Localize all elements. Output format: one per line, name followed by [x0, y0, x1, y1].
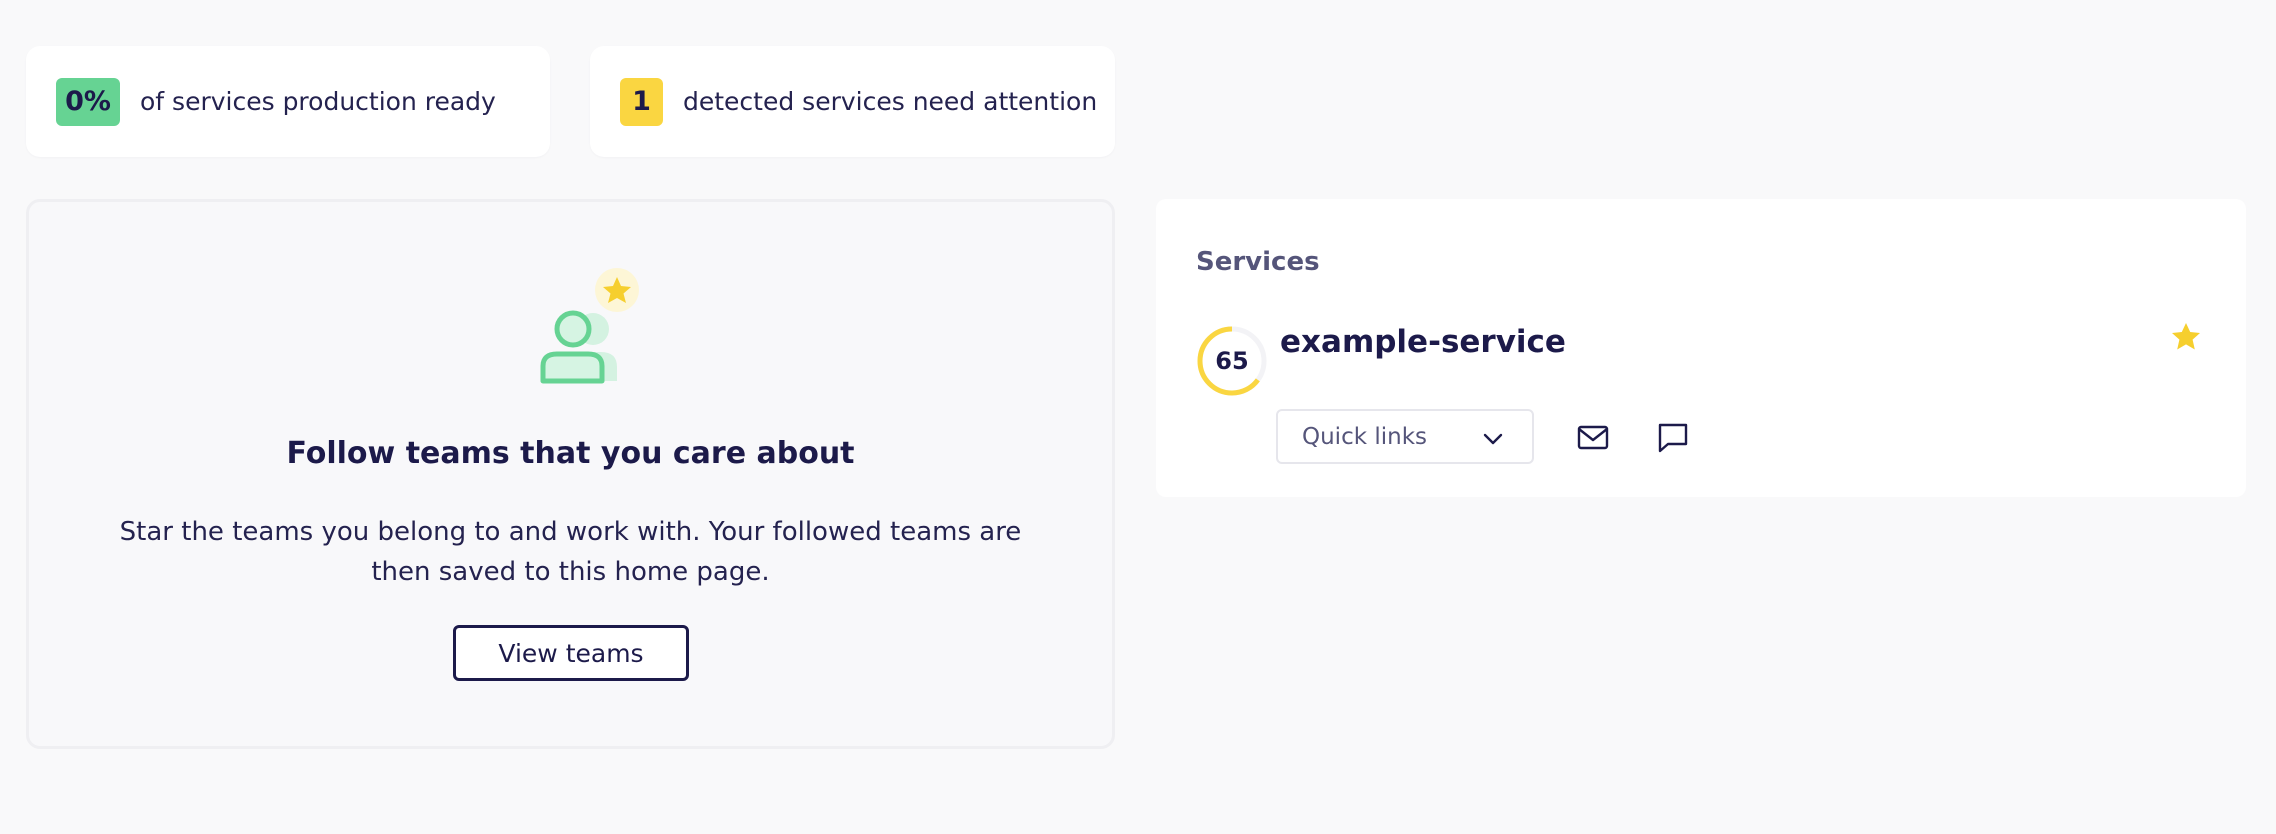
attention-stat-card: 1 detected services need attention: [590, 46, 1115, 157]
follow-teams-description: Star the teams you belong to and work wi…: [119, 517, 1022, 587]
services-panel: Services 65 example-service Quick links: [1156, 199, 2246, 497]
quick-links-label: Quick links: [1302, 423, 1428, 450]
chevron-down-icon: [1483, 433, 1503, 445]
services-title: Services: [1196, 247, 1320, 277]
service-name-link[interactable]: example-service: [1280, 324, 1566, 360]
attention-text: detected services need attention: [683, 87, 1098, 116]
view-teams-button[interactable]: View teams: [453, 625, 689, 681]
chat-icon[interactable]: [1656, 420, 1690, 454]
follow-teams-card: Follow teams that you care about Star th…: [26, 199, 1115, 749]
mail-icon[interactable]: [1576, 420, 1610, 454]
home-page: 0% of services production ready 1 detect…: [0, 0, 2276, 834]
person-star-icon: [540, 268, 639, 384]
production-ready-text: of services production ready: [140, 87, 496, 116]
quick-links-dropdown[interactable]: Quick links: [1276, 409, 1534, 464]
production-ready-badge: 0%: [56, 77, 120, 126]
service-score: 65: [1215, 347, 1249, 375]
production-ready-stat-card: 0% of services production ready: [26, 46, 550, 157]
star-icon[interactable]: [2170, 321, 2202, 353]
follow-teams-title: Follow teams that you care about: [286, 436, 855, 471]
attention-badge: 1: [620, 77, 663, 126]
